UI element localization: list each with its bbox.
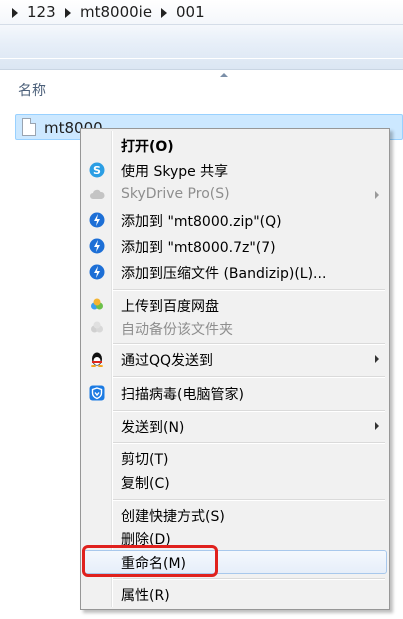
baidu-netdisk-icon <box>91 298 103 310</box>
bandizip-icon <box>89 264 105 280</box>
menu-item-label: 添加到 "mt8000.7z"(7) <box>121 240 276 256</box>
submenu-arrow-icon <box>375 422 379 430</box>
tencent-guard-shield-icon <box>89 385 105 401</box>
menu-item-add-archive[interactable]: 添加到压缩文件 (Bandizip)(L)... <box>83 260 387 284</box>
breadcrumb-item-001[interactable]: 001 <box>176 3 205 21</box>
menu-item-label: 上传到百度网盘 <box>121 299 219 315</box>
bandizip-icon <box>89 238 105 254</box>
menu-item-add-7z[interactable]: 添加到 "mt8000.7z"(7) <box>83 234 387 258</box>
menu-separator <box>113 289 385 291</box>
menu-item-label: 打开(O) <box>121 139 174 155</box>
menu-item-add-zip[interactable]: 添加到 "mt8000.zip"(Q) <box>83 208 387 232</box>
breadcrumb-chevron-icon[interactable] <box>161 8 167 18</box>
menu-item-label: 添加到压缩文件 (Bandizip)(L)... <box>121 266 327 282</box>
column-header-name[interactable]: 名称 <box>18 80 46 100</box>
menu-item-label: 复制(C) <box>121 476 170 492</box>
rename-highlight-box <box>82 545 218 577</box>
menu-item-properties[interactable]: 属性(R) <box>83 582 387 606</box>
submenu-arrow-icon <box>375 191 379 199</box>
file-icon <box>22 118 36 136</box>
menu-item-label: SkyDrive Pro(S) <box>121 186 230 202</box>
menu-item-copy[interactable]: 复制(C) <box>83 470 387 494</box>
menu-item-label: 使用 Skype 共享 <box>121 164 229 180</box>
menu-item-label: 自动备份该文件夹 <box>121 322 233 338</box>
menu-item-open[interactable]: 打开(O) <box>83 133 387 157</box>
menu-separator <box>113 442 385 444</box>
address-bar[interactable]: 123 mt8000ie 001 <box>0 0 403 25</box>
skype-icon: S <box>89 162 105 178</box>
menu-item-label: 剪切(T) <box>121 452 169 468</box>
menu-item-auto-backup[interactable]: 自动备份该文件夹 <box>83 316 387 340</box>
menu-item-label: 扫描病毒(电脑管家) <box>121 387 244 403</box>
menu-item-skype-share[interactable]: S 使用 Skype 共享 <box>83 158 387 182</box>
menu-item-upload-baidu[interactable]: 上传到百度网盘 <box>83 293 387 317</box>
breadcrumb-item-123[interactable]: 123 <box>27 3 56 21</box>
menu-separator <box>113 499 385 501</box>
column-header[interactable]: 名称 <box>0 70 403 110</box>
svg-text:S: S <box>93 164 101 177</box>
menu-item-cut[interactable]: 剪切(T) <box>83 446 387 470</box>
menu-item-skydrive-pro[interactable]: SkyDrive Pro(S) <box>83 183 387 207</box>
menu-item-label: 发送到(N) <box>121 420 185 436</box>
menu-item-send-qq[interactable]: 通过QQ发送到 <box>83 347 387 371</box>
menu-item-scan-virus[interactable]: 扫描病毒(电脑管家) <box>83 381 387 405</box>
menu-item-label: 添加到 "mt8000.zip"(Q) <box>121 214 282 230</box>
menu-item-create-shortcut[interactable]: 创建快捷方式(S) <box>83 503 387 527</box>
breadcrumb-chevron-icon[interactable] <box>12 8 18 18</box>
qq-penguin-icon <box>91 352 103 367</box>
menu-separator <box>113 343 385 345</box>
cloud-icon <box>90 189 105 199</box>
context-menu: 打开(O) S 使用 Skype 共享 SkyDrive Pro(S) 添加到 … <box>80 128 390 610</box>
menu-separator <box>113 376 385 378</box>
command-bar <box>0 25 403 70</box>
toolbar-divider <box>0 58 403 59</box>
sort-ascending-icon <box>220 73 228 77</box>
bandizip-icon <box>89 212 105 228</box>
baidu-backup-icon <box>91 321 103 333</box>
menu-item-label: 创建快捷方式(S) <box>121 509 225 525</box>
menu-item-label: 属性(R) <box>121 588 170 604</box>
menu-separator <box>113 410 385 412</box>
breadcrumb-chevron-icon[interactable] <box>65 8 71 18</box>
menu-item-send-to[interactable]: 发送到(N) <box>83 414 387 438</box>
submenu-arrow-icon <box>375 355 379 363</box>
menu-item-label: 通过QQ发送到 <box>121 353 214 369</box>
breadcrumb-item-mt8000ie[interactable]: mt8000ie <box>80 3 152 21</box>
menu-separator <box>113 578 385 580</box>
